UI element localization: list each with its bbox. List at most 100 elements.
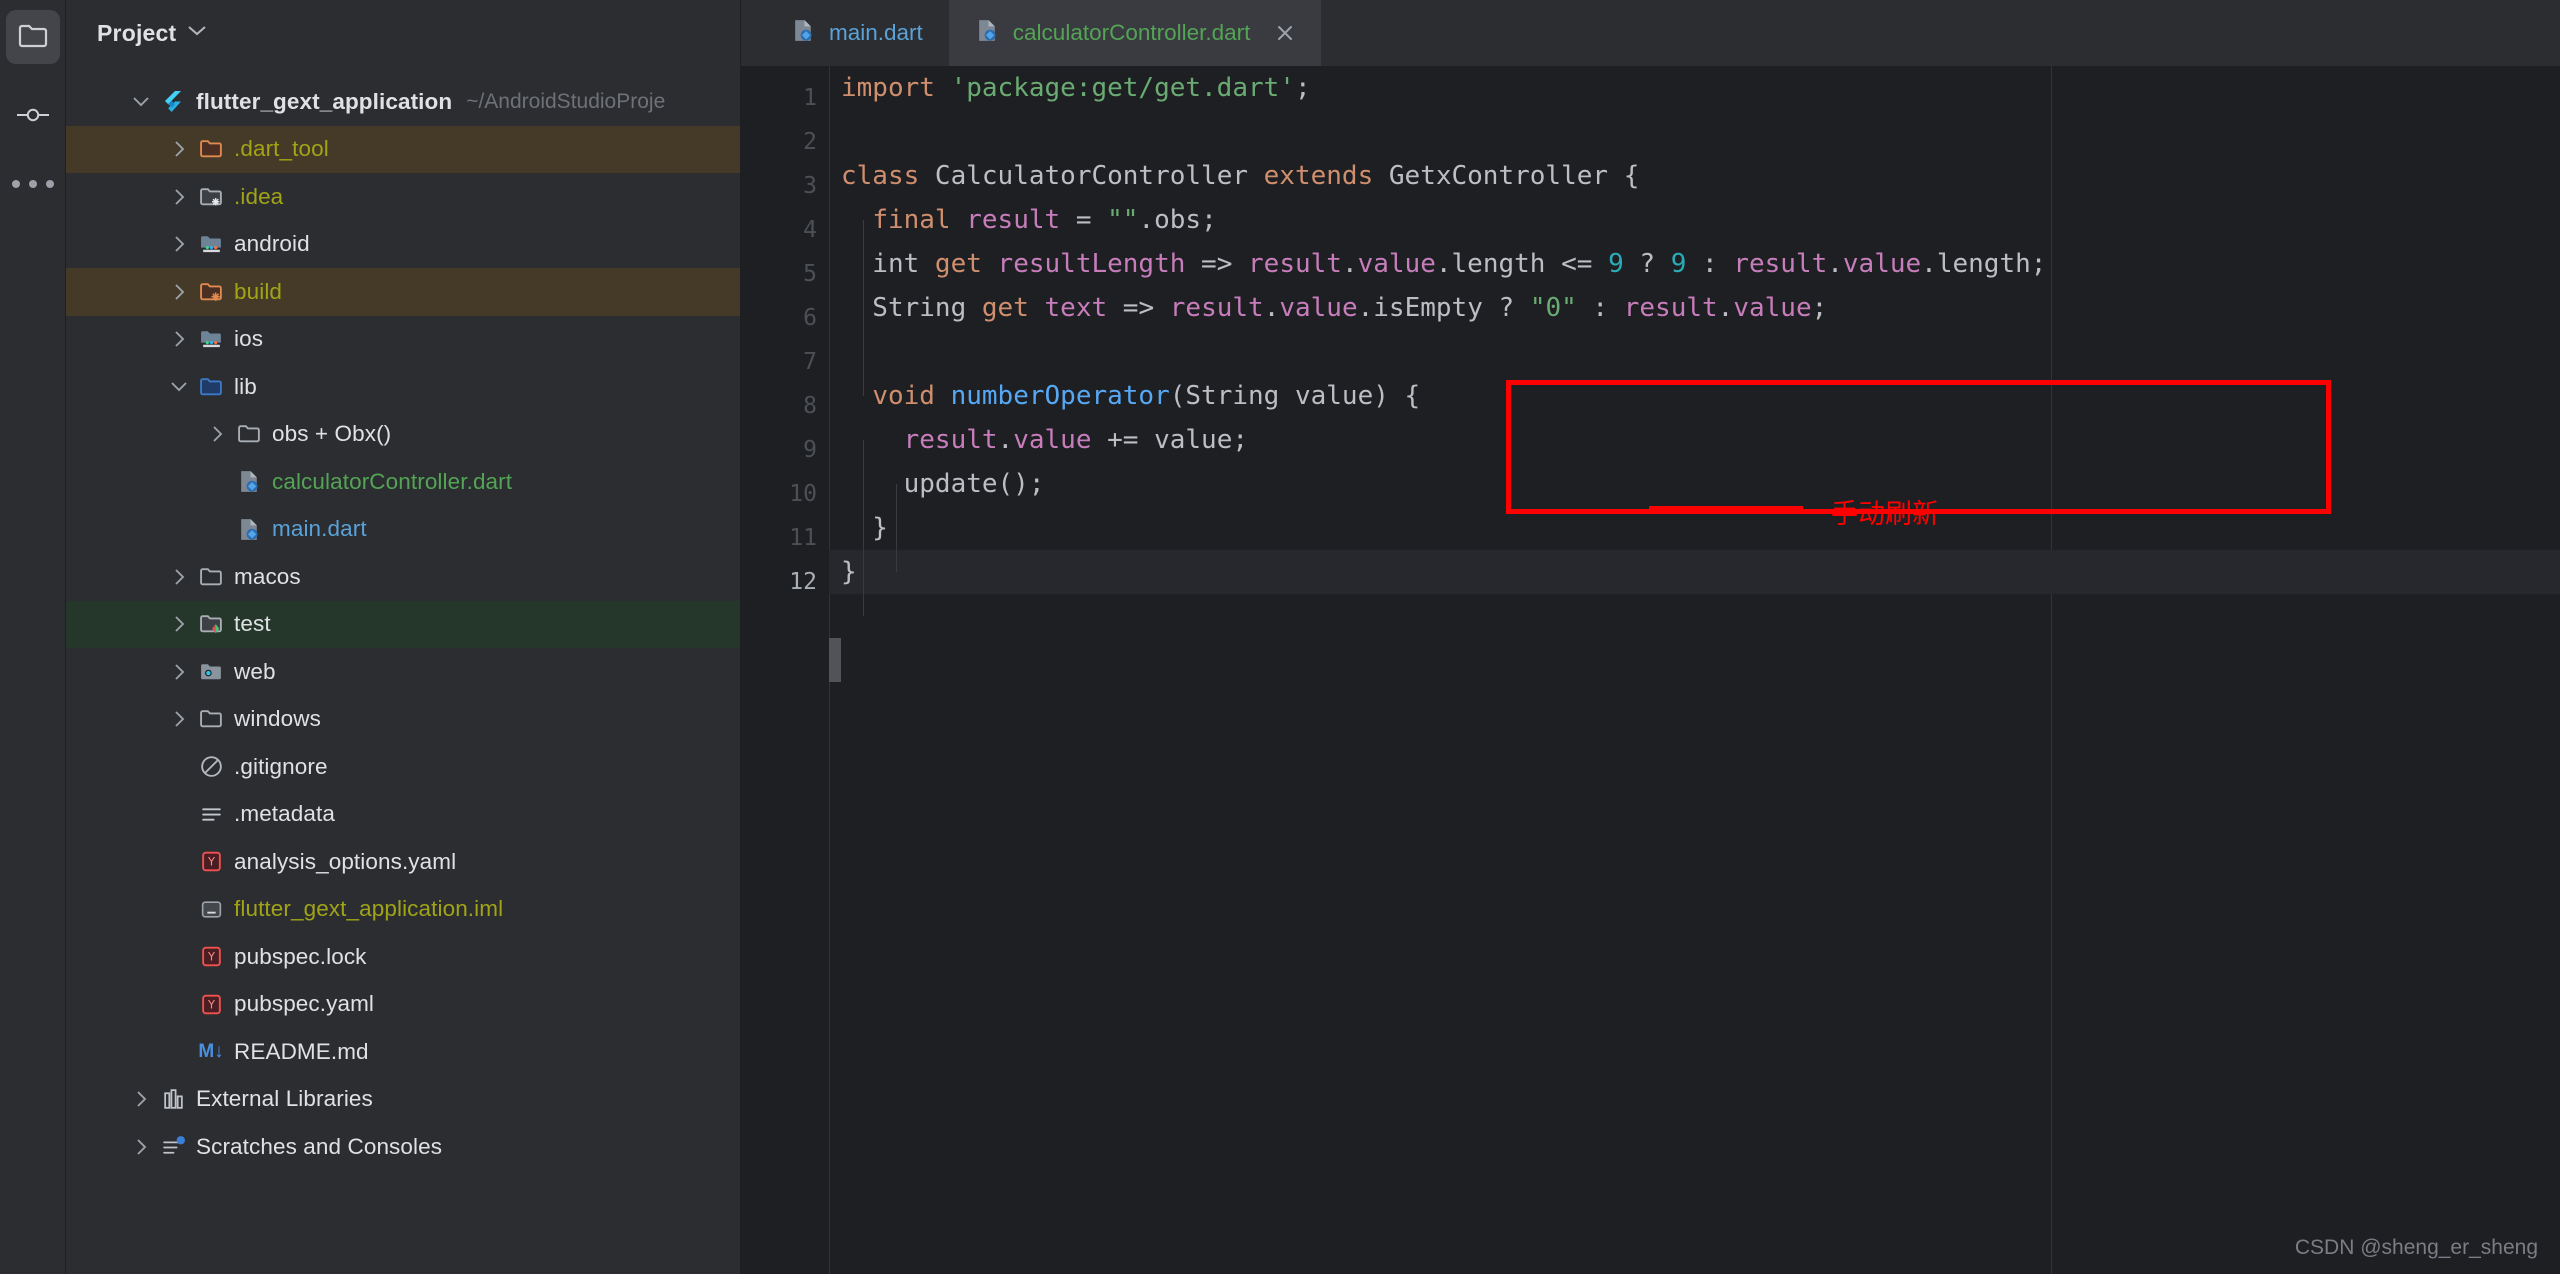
- chevron-right-icon[interactable]: [164, 187, 194, 207]
- tree-item-idea[interactable]: .idea: [66, 173, 740, 221]
- code-line[interactable]: result.value += value;: [829, 418, 2560, 462]
- chevron-down-icon[interactable]: [164, 377, 194, 396]
- tree-item-pubspec-lock[interactable]: Ypubspec.lock: [66, 933, 740, 981]
- code-token: "0": [1530, 293, 1577, 323]
- chevron-right-icon[interactable]: [164, 567, 194, 587]
- commit-tool-window-button[interactable]: [6, 88, 60, 142]
- tree-item-external-libraries[interactable]: External Libraries: [66, 1076, 740, 1124]
- tree-item-label: analysis_options.yaml: [234, 849, 456, 875]
- code-line[interactable]: }: [829, 550, 2560, 594]
- code-token: value: [1843, 249, 1921, 279]
- tree-item-label: macos: [234, 564, 301, 590]
- tree-item-obs-obx[interactable]: obs + Obx(): [66, 411, 740, 459]
- tree-item-readme-md[interactable]: M↓README.md: [66, 1028, 740, 1076]
- tree-item-main-dart[interactable]: main.dart: [66, 506, 740, 554]
- code-text-area[interactable]: import 'package:get/get.dart'; class Calc…: [829, 66, 2560, 1274]
- folder-icon: [232, 422, 266, 446]
- chevron-right-icon[interactable]: [164, 614, 194, 634]
- code-token: [935, 73, 951, 103]
- chevron-down-icon[interactable]: [126, 92, 156, 111]
- scratches-icon: [156, 1134, 190, 1159]
- tree-item-metadata[interactable]: .metadata: [66, 791, 740, 839]
- editor-tab-main-dart[interactable]: main.dart: [765, 0, 949, 66]
- code-line[interactable]: String get text => result.value.isEmpty …: [829, 286, 2560, 330]
- tree-item-lib[interactable]: lib: [66, 363, 740, 411]
- code-line[interactable]: update();: [829, 462, 2560, 506]
- code-token: [841, 381, 872, 411]
- code-line[interactable]: [829, 110, 2560, 154]
- tree-item-gitignore[interactable]: .gitignore: [66, 743, 740, 791]
- chevron-right-icon[interactable]: [164, 709, 194, 729]
- code-token: "": [1107, 205, 1138, 235]
- code-token: get: [935, 249, 982, 279]
- code-token: final: [872, 205, 950, 235]
- chevron-right-icon[interactable]: [164, 662, 194, 682]
- code-token: void: [872, 381, 935, 411]
- code-line[interactable]: import 'package:get/get.dart';: [829, 66, 2560, 110]
- tree-item-flutter-gext-application[interactable]: flutter_gext_application~/AndroidStudioP…: [66, 78, 740, 126]
- chevron-right-icon[interactable]: [202, 424, 232, 444]
- chevron-down-icon[interactable]: [187, 24, 207, 42]
- chevron-right-icon[interactable]: [164, 234, 194, 254]
- chevron-right-icon[interactable]: [126, 1137, 156, 1157]
- project-tree[interactable]: flutter_gext_application~/AndroidStudioP…: [66, 66, 740, 1171]
- project-tool-window-button[interactable]: [6, 10, 60, 64]
- close-icon[interactable]: [1275, 23, 1295, 43]
- tree-item-ios[interactable]: ios: [66, 316, 740, 364]
- tree-item-test[interactable]: test: [66, 601, 740, 649]
- line-number: 9: [803, 428, 817, 472]
- line-number: 1: [803, 76, 817, 120]
- more-tool-windows-button[interactable]: [6, 148, 60, 202]
- code-line[interactable]: void numberOperator(String value) {: [829, 374, 2560, 418]
- tree-item-build[interactable]: build: [66, 268, 740, 316]
- tree-item-flutter-gext-application-iml[interactable]: flutter_gext_application.iml: [66, 886, 740, 934]
- code-token: .: [1827, 249, 1843, 279]
- code-token: 9: [1608, 249, 1624, 279]
- watermark: CSDN @sheng_er_sheng: [2295, 1236, 2538, 1260]
- chevron-right-icon[interactable]: [164, 282, 194, 302]
- tree-item-label: calculatorController.dart: [272, 469, 512, 495]
- code-token: ;: [1812, 293, 1828, 323]
- tree-item-android[interactable]: android: [66, 221, 740, 269]
- line-number: 11: [789, 516, 817, 560]
- line-number: 6: [803, 296, 817, 340]
- tree-item-calculatorcontroller-dart[interactable]: calculatorController.dart: [66, 458, 740, 506]
- tree-item-analysis-options-yaml[interactable]: Yanalysis_options.yaml: [66, 838, 740, 886]
- line-number: 5: [803, 252, 817, 296]
- code-token: text: [1045, 293, 1108, 323]
- code-token: get: [982, 293, 1029, 323]
- indent-guide: [863, 220, 864, 396]
- code-token: .isEmpty ?: [1358, 293, 1530, 323]
- dart-file-icon: [791, 18, 816, 48]
- svg-text:Y: Y: [207, 950, 216, 964]
- chevron-right-icon[interactable]: [164, 329, 194, 349]
- code-line[interactable]: [829, 330, 2560, 374]
- chevron-right-icon[interactable]: [164, 139, 194, 159]
- chevron-right-icon[interactable]: [126, 1089, 156, 1109]
- code-line[interactable]: int get resultLength => result.value.len…: [829, 242, 2560, 286]
- code-line[interactable]: final result = "".obs;: [829, 198, 2560, 242]
- tree-item-dart-tool[interactable]: .dart_tool: [66, 126, 740, 174]
- editor-tab-calculatorController-dart[interactable]: calculatorController.dart: [949, 0, 1322, 66]
- tree-item-label: README.md: [234, 1039, 369, 1065]
- code-editor[interactable]: 123456789101112 import 'package:get/get.…: [741, 66, 2560, 1274]
- tree-item-label: .gitignore: [234, 754, 328, 780]
- tree-item-label: build: [234, 279, 282, 305]
- dart-file-icon: [232, 469, 266, 494]
- flutter-icon: [156, 89, 190, 115]
- editor-tabbar[interactable]: main.dartcalculatorController.dart: [741, 0, 2560, 66]
- code-line[interactable]: class CalculatorController extends GetxC…: [829, 154, 2560, 198]
- code-token: }: [841, 557, 857, 587]
- tree-item-scratches-and-consoles[interactable]: Scratches and Consoles: [66, 1123, 740, 1171]
- code-line[interactable]: }: [829, 506, 2560, 550]
- tree-item-label: obs + Obx(): [272, 421, 391, 447]
- tree-item-windows[interactable]: windows: [66, 696, 740, 744]
- code-token: value: [1013, 425, 1091, 455]
- libraries-icon: [156, 1087, 190, 1112]
- tree-item-label: External Libraries: [196, 1086, 373, 1112]
- tree-item-web[interactable]: web: [66, 648, 740, 696]
- tree-item-pubspec-yaml[interactable]: Ypubspec.yaml: [66, 981, 740, 1029]
- tree-item-macos[interactable]: macos: [66, 553, 740, 601]
- code-token: resultLength: [998, 249, 1186, 279]
- line-number: 4: [803, 208, 817, 252]
